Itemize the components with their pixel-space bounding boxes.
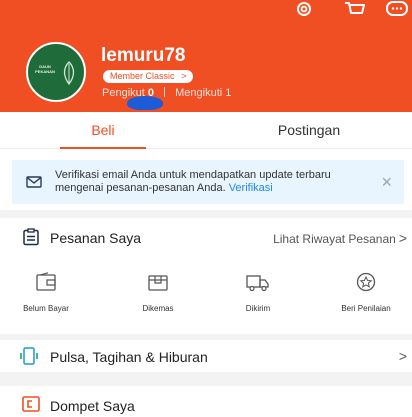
tab-beli[interactable]: Beli [0,112,206,149]
username: lemuru78 [101,45,186,66]
tab-bar: Beli Postingan [0,112,412,149]
leaf-logo-icon [63,61,75,86]
tab-postingan[interactable]: Postingan [206,112,412,148]
my-orders-row[interactable]: Pesanan Saya Lihat Riwayat Pesanan > [0,218,412,258]
dompet-row[interactable]: Dompet Saya [0,386,412,415]
avatar-logo-text: DAUN PEKANAN [35,64,55,74]
cart-icon[interactable] [342,0,368,20]
following-label[interactable]: Mengikuti [175,87,222,99]
gear-icon[interactable] [291,0,317,20]
status-label: Belum Bayar [23,304,69,313]
pulsa-row[interactable]: Pulsa, Tagihan & Hiburan > [0,340,412,372]
tab-postingan-label: Postingan [277,122,341,138]
touch-indicator [127,96,163,110]
chat-icon[interactable] [384,0,410,20]
tab-beli-label: Beli [91,122,115,138]
section-divider [0,210,412,218]
close-icon[interactable]: × [381,173,392,191]
status-dikirim[interactable]: Dikirim [218,272,298,332]
avatar[interactable]: DAUN PEKANAN [26,42,86,102]
status-belum-bayar[interactable]: Belum Bayar [6,272,86,332]
following-count: 1 [225,87,232,99]
section-divider [0,372,412,386]
order-history-link[interactable]: Lihat Riwayat Pesanan > [273,230,407,246]
phone-icon [18,347,40,370]
status-label: Beri Penilaian [341,304,391,313]
pulsa-label: Pulsa, Tagihan & Hiburan [50,349,208,365]
clipboard-icon [22,228,40,251]
status-label: Dikemas [142,304,174,313]
truck-icon [246,275,269,292]
active-tab-indicator [60,147,146,149]
my-orders-label: Pesanan Saya [50,230,142,246]
box-icon [148,275,168,291]
member-badge-label: Member Classic [110,71,175,81]
member-badge[interactable]: Member Classic > [103,70,193,83]
wallet-icon [36,272,56,291]
chevron-right-icon: > [181,71,187,81]
status-label: Dikirim [245,304,271,313]
notice-text: Verifikasi email Anda untuk mendapatkan … [55,169,331,194]
verify-link[interactable]: Verifikasi [229,182,273,194]
follow-stats: Pengikut 0 Mengikuti 1 [102,87,231,99]
star-icon [356,272,376,292]
chevron-right-icon: > [398,348,407,364]
status-dikemas[interactable]: Dikemas [118,272,198,332]
notice-message: Verifikasi email Anda untuk mendapatkan … [55,169,360,195]
order-history-label: Lihat Riwayat Pesanan [273,232,396,246]
profile-header: DAUN PEKANAN lemuru78 Member Classic > P… [0,0,412,112]
status-beri-penilaian[interactable]: Beri Penilaian [326,272,406,332]
chevron-right-icon: > [398,230,407,246]
dompet-label: Dompet Saya [50,398,135,414]
stats-divider [164,87,166,97]
wallet-icon [22,396,40,417]
email-verification-notice: Verifikasi email Anda untuk mendapatkan … [12,160,404,204]
mail-icon [26,175,42,193]
